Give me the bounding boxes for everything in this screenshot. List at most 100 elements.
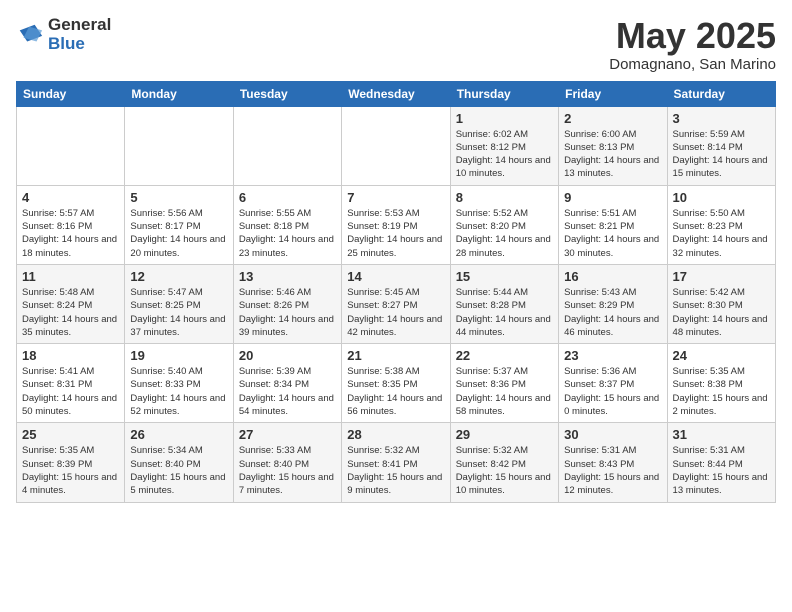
day-number: 27 bbox=[239, 427, 336, 442]
day-cell: 8 Sunrise: 5:52 AMSunset: 8:20 PMDaylight… bbox=[450, 185, 558, 264]
day-number: 17 bbox=[673, 269, 770, 284]
day-number: 6 bbox=[239, 190, 336, 205]
header-thursday: Thursday bbox=[450, 81, 558, 106]
day-number: 3 bbox=[673, 111, 770, 126]
day-cell: 25Sunrise: 5:35 AMSunset: 8:39 PMDayligh… bbox=[17, 423, 125, 502]
logo-blue: Blue bbox=[48, 35, 111, 54]
day-cell: 12 Sunrise: 5:47 AMSunset: 8:25 PMDayligh… bbox=[125, 264, 233, 343]
week-row-5: 25Sunrise: 5:35 AMSunset: 8:39 PMDayligh… bbox=[17, 423, 776, 502]
day-info: Sunrise: 5:50 AMSunset: 8:23 PMDaylight:… bbox=[673, 207, 770, 260]
day-cell: 9Sunrise: 5:51 AMSunset: 8:21 PMDaylight… bbox=[559, 185, 667, 264]
day-cell: 10 Sunrise: 5:50 AMSunset: 8:23 PMDayligh… bbox=[667, 185, 775, 264]
day-info: Sunrise: 5:52 AMSunset: 8:20 PMDaylight:… bbox=[456, 207, 553, 260]
day-info: Sunrise: 5:32 AMSunset: 8:41 PMDaylight:… bbox=[347, 444, 444, 497]
day-cell: 23 Sunrise: 5:36 AMSunset: 8:37 PMDayligh… bbox=[559, 344, 667, 423]
logo-text: General Blue bbox=[48, 16, 111, 53]
day-info: Sunrise: 5:35 AMSunset: 8:38 PMDaylight:… bbox=[673, 365, 770, 418]
day-info: Sunrise: 5:43 AMSunset: 8:29 PMDaylight:… bbox=[564, 286, 661, 339]
header-tuesday: Tuesday bbox=[233, 81, 341, 106]
day-info: Sunrise: 5:47 AMSunset: 8:25 PMDaylight:… bbox=[130, 286, 227, 339]
day-cell: 4 Sunrise: 5:57 AMSunset: 8:16 PMDaylight… bbox=[17, 185, 125, 264]
day-number: 11 bbox=[22, 269, 119, 284]
day-cell: 17 Sunrise: 5:42 AMSunset: 8:30 PMDayligh… bbox=[667, 264, 775, 343]
day-cell: 5 Sunrise: 5:56 AMSunset: 8:17 PMDaylight… bbox=[125, 185, 233, 264]
calendar-body: 1 Sunrise: 6:02 AMSunset: 8:12 PMDaylight… bbox=[17, 106, 776, 502]
day-cell: 26 Sunrise: 5:34 AMSunset: 8:40 PMDayligh… bbox=[125, 423, 233, 502]
day-number: 15 bbox=[456, 269, 553, 284]
day-info: Sunrise: 5:36 AMSunset: 8:37 PMDaylight:… bbox=[564, 365, 661, 418]
day-info: Sunrise: 5:31 AMSunset: 8:44 PMDaylight:… bbox=[673, 444, 770, 497]
day-number: 21 bbox=[347, 348, 444, 363]
header-row: Sunday Monday Tuesday Wednesday Thursday… bbox=[17, 81, 776, 106]
day-number: 1 bbox=[456, 111, 553, 126]
day-cell: 30Sunrise: 5:31 AMSunset: 8:43 PMDayligh… bbox=[559, 423, 667, 502]
day-info: Sunrise: 5:48 AMSunset: 8:24 PMDaylight:… bbox=[22, 286, 119, 339]
day-number: 2 bbox=[564, 111, 661, 126]
day-number: 14 bbox=[347, 269, 444, 284]
day-number: 9 bbox=[564, 190, 661, 205]
logo-general: General bbox=[48, 16, 111, 35]
day-cell: 14Sunrise: 5:45 AMSunset: 8:27 PMDayligh… bbox=[342, 264, 450, 343]
month-title: May 2025 bbox=[609, 16, 776, 56]
day-info: Sunrise: 5:53 AMSunset: 8:19 PMDaylight:… bbox=[347, 207, 444, 260]
day-cell: 22Sunrise: 5:37 AMSunset: 8:36 PMDayligh… bbox=[450, 344, 558, 423]
day-info: Sunrise: 5:39 AMSunset: 8:34 PMDaylight:… bbox=[239, 365, 336, 418]
day-info: Sunrise: 5:41 AMSunset: 8:31 PMDaylight:… bbox=[22, 365, 119, 418]
day-cell: 31Sunrise: 5:31 AMSunset: 8:44 PMDayligh… bbox=[667, 423, 775, 502]
day-cell bbox=[342, 106, 450, 185]
header-wednesday: Wednesday bbox=[342, 81, 450, 106]
day-cell: 21 Sunrise: 5:38 AMSunset: 8:35 PMDayligh… bbox=[342, 344, 450, 423]
day-cell: 24 Sunrise: 5:35 AMSunset: 8:38 PMDayligh… bbox=[667, 344, 775, 423]
day-info: Sunrise: 5:34 AMSunset: 8:40 PMDaylight:… bbox=[130, 444, 227, 497]
header-monday: Monday bbox=[125, 81, 233, 106]
title-block: May 2025 Domagnano, San Marino bbox=[609, 16, 776, 73]
page-header: General Blue May 2025 Domagnano, San Mar… bbox=[16, 16, 776, 73]
calendar-header: Sunday Monday Tuesday Wednesday Thursday… bbox=[17, 81, 776, 106]
day-cell: 11 Sunrise: 5:48 AMSunset: 8:24 PMDayligh… bbox=[17, 264, 125, 343]
day-cell: 1 Sunrise: 6:02 AMSunset: 8:12 PMDaylight… bbox=[450, 106, 558, 185]
day-cell: 13Sunrise: 5:46 AMSunset: 8:26 PMDayligh… bbox=[233, 264, 341, 343]
day-cell bbox=[125, 106, 233, 185]
day-info: Sunrise: 5:57 AMSunset: 8:16 PMDaylight:… bbox=[22, 207, 119, 260]
day-info: Sunrise: 5:46 AMSunset: 8:26 PMDaylight:… bbox=[239, 286, 336, 339]
day-info: Sunrise: 5:55 AMSunset: 8:18 PMDaylight:… bbox=[239, 207, 336, 260]
day-number: 29 bbox=[456, 427, 553, 442]
day-number: 28 bbox=[347, 427, 444, 442]
logo-icon bbox=[16, 21, 44, 49]
day-cell: 29Sunrise: 5:32 AMSunset: 8:42 PMDayligh… bbox=[450, 423, 558, 502]
day-cell: 2 Sunrise: 6:00 AMSunset: 8:13 PMDaylight… bbox=[559, 106, 667, 185]
day-info: Sunrise: 5:59 AMSunset: 8:14 PMDaylight:… bbox=[673, 128, 770, 181]
day-info: Sunrise: 5:44 AMSunset: 8:28 PMDaylight:… bbox=[456, 286, 553, 339]
day-number: 4 bbox=[22, 190, 119, 205]
day-info: Sunrise: 6:02 AMSunset: 8:12 PMDaylight:… bbox=[456, 128, 553, 181]
day-cell: 19Sunrise: 5:40 AMSunset: 8:33 PMDayligh… bbox=[125, 344, 233, 423]
calendar-table: Sunday Monday Tuesday Wednesday Thursday… bbox=[16, 81, 776, 503]
location: Domagnano, San Marino bbox=[609, 56, 776, 73]
day-number: 5 bbox=[130, 190, 227, 205]
day-cell: 7 Sunrise: 5:53 AMSunset: 8:19 PMDaylight… bbox=[342, 185, 450, 264]
day-info: Sunrise: 5:56 AMSunset: 8:17 PMDaylight:… bbox=[130, 207, 227, 260]
day-number: 16 bbox=[564, 269, 661, 284]
day-cell: 28 Sunrise: 5:32 AMSunset: 8:41 PMDayligh… bbox=[342, 423, 450, 502]
day-number: 24 bbox=[673, 348, 770, 363]
day-number: 12 bbox=[130, 269, 227, 284]
day-number: 26 bbox=[130, 427, 227, 442]
header-friday: Friday bbox=[559, 81, 667, 106]
day-info: Sunrise: 5:42 AMSunset: 8:30 PMDaylight:… bbox=[673, 286, 770, 339]
day-number: 23 bbox=[564, 348, 661, 363]
week-row-3: 11 Sunrise: 5:48 AMSunset: 8:24 PMDayligh… bbox=[17, 264, 776, 343]
day-cell: 18Sunrise: 5:41 AMSunset: 8:31 PMDayligh… bbox=[17, 344, 125, 423]
logo: General Blue bbox=[16, 16, 111, 53]
day-info: Sunrise: 5:40 AMSunset: 8:33 PMDaylight:… bbox=[130, 365, 227, 418]
day-cell: 20 Sunrise: 5:39 AMSunset: 8:34 PMDayligh… bbox=[233, 344, 341, 423]
day-info: Sunrise: 5:38 AMSunset: 8:35 PMDaylight:… bbox=[347, 365, 444, 418]
day-info: Sunrise: 5:33 AMSunset: 8:40 PMDaylight:… bbox=[239, 444, 336, 497]
day-number: 8 bbox=[456, 190, 553, 205]
day-cell: 6 Sunrise: 5:55 AMSunset: 8:18 PMDaylight… bbox=[233, 185, 341, 264]
day-number: 20 bbox=[239, 348, 336, 363]
day-info: Sunrise: 5:35 AMSunset: 8:39 PMDaylight:… bbox=[22, 444, 119, 497]
day-number: 7 bbox=[347, 190, 444, 205]
day-cell bbox=[233, 106, 341, 185]
day-info: Sunrise: 6:00 AMSunset: 8:13 PMDaylight:… bbox=[564, 128, 661, 181]
day-number: 10 bbox=[673, 190, 770, 205]
